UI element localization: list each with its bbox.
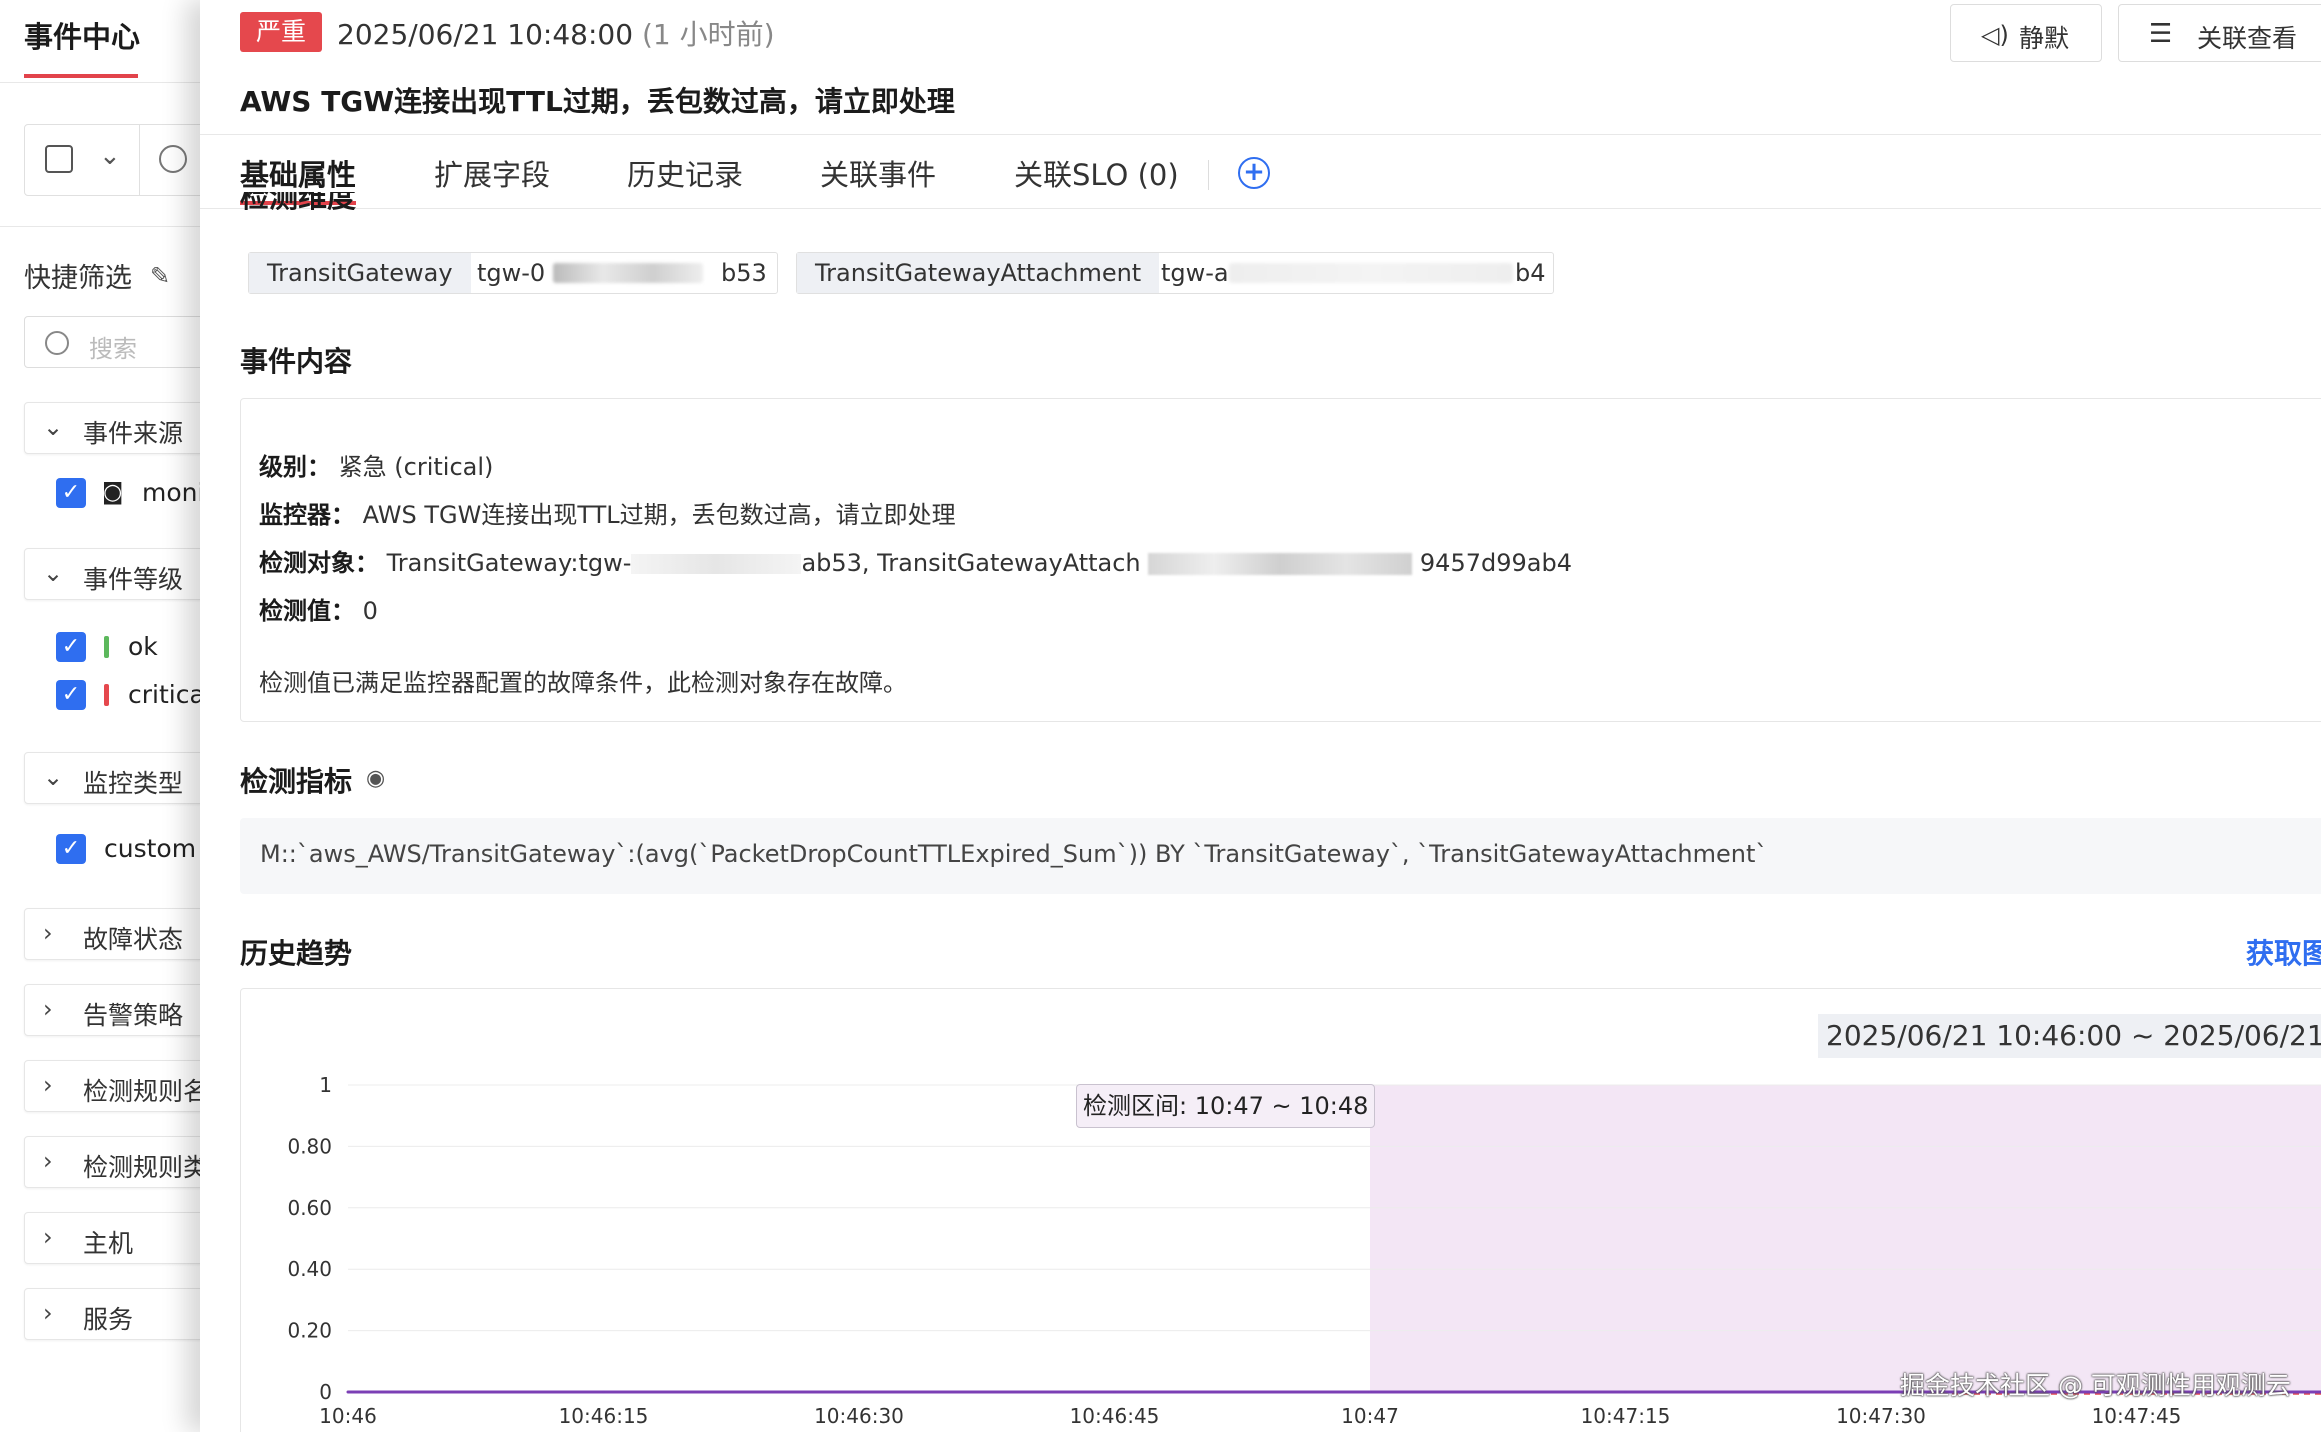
filter-option-label: custom bbox=[104, 834, 197, 863]
watermark: 掘金技术社区 @ 可观测性用观测云 bbox=[1900, 1371, 2291, 1400]
divider bbox=[0, 82, 210, 83]
filter-option-label: critica bbox=[128, 680, 205, 709]
y-tick-label: 0.20 bbox=[287, 1319, 332, 1343]
x-tick-label: 10:47:30 bbox=[1836, 1404, 1926, 1428]
chevron-down-icon[interactable]: ⌄ bbox=[99, 141, 121, 171]
trend-chart: 0 0.20 0.40 0.60 0.80 1 10:46 10:46:15 10:46:30 1… bbox=[287, 1073, 2321, 1428]
filter-group-label: 监控类型 bbox=[83, 769, 184, 798]
filter-group-level[interactable]: ⌄ 事件等级 bbox=[24, 548, 210, 600]
search-icon bbox=[45, 331, 69, 355]
filter-group-service[interactable]: › 服务 bbox=[24, 1288, 210, 1340]
y-tick-label: 0.80 bbox=[287, 1134, 332, 1158]
filter-group-label: 事件等级 bbox=[83, 565, 184, 594]
filter-group-label: 告警策略 bbox=[83, 1001, 184, 1030]
filter-group-label: 事件来源 bbox=[83, 419, 184, 448]
data-point bbox=[1113, 1390, 1116, 1394]
filter-group-rule-name[interactable]: › 检测规则名 bbox=[24, 1060, 210, 1112]
y-tick-label: 0.60 bbox=[287, 1196, 332, 1220]
x-tick-label: 10:47:15 bbox=[1581, 1404, 1671, 1428]
x-tick-label: 10:46:30 bbox=[814, 1404, 904, 1428]
filter-search-input[interactable]: 搜索 bbox=[24, 316, 210, 368]
x-tick-label: 10:46 bbox=[319, 1404, 377, 1428]
filter-group-label: 故障状态 bbox=[83, 925, 184, 954]
data-point bbox=[1368, 1390, 1372, 1394]
edit-icon[interactable]: ✎ bbox=[150, 262, 170, 290]
search-icon[interactable] bbox=[159, 145, 187, 173]
chevron-right-icon: › bbox=[43, 995, 53, 1023]
data-point bbox=[1624, 1390, 1627, 1394]
filter-group-label: 检测规则类 bbox=[83, 1153, 209, 1182]
x-tick-label: 10:47:45 bbox=[2092, 1404, 2182, 1428]
filter-group-rule-type[interactable]: › 检测规则类 bbox=[24, 1136, 210, 1188]
chevron-right-icon: › bbox=[43, 1299, 53, 1327]
level-color-bar bbox=[104, 636, 109, 658]
chevron-down-icon: ⌄ bbox=[43, 413, 64, 441]
data-point bbox=[346, 1390, 350, 1394]
x-tick-label: 10:46:15 bbox=[559, 1404, 649, 1428]
checkbox-checked[interactable]: ✓ bbox=[56, 834, 86, 864]
filter-group-fault-status[interactable]: › 故障状态 bbox=[24, 908, 210, 960]
filter-option-label: moni bbox=[142, 478, 205, 507]
event-center-sidebar: 事件中心 ⌄ 快捷筛选 ✎ 搜索 ⌄ 事件来源 ✓ ◙ moni ⌄ 事件等级 … bbox=[0, 0, 210, 1432]
y-tick-label: 0 bbox=[319, 1380, 332, 1404]
filter-group-label: 主机 bbox=[83, 1229, 134, 1258]
chevron-right-icon: › bbox=[43, 1071, 53, 1099]
divider bbox=[139, 125, 140, 195]
checkbox-checked[interactable]: ✓ bbox=[56, 478, 86, 508]
filter-group-label: 检测规则名 bbox=[83, 1077, 209, 1106]
chevron-down-icon: ⌄ bbox=[43, 763, 64, 791]
filter-group-host[interactable]: › 主机 bbox=[24, 1212, 210, 1264]
chevron-right-icon: › bbox=[43, 919, 53, 947]
filter-group-alert-policy[interactable]: › 告警策略 bbox=[24, 984, 210, 1036]
x-tick-label: 10:47 bbox=[1341, 1404, 1399, 1428]
y-tick-label: 0.40 bbox=[287, 1257, 332, 1281]
filter-group-source[interactable]: ⌄ 事件来源 bbox=[24, 402, 210, 454]
sidebar-toolbar: ⌄ bbox=[24, 124, 210, 196]
data-point bbox=[857, 1390, 861, 1394]
level-color-bar bbox=[104, 684, 109, 706]
filter-group-label: 服务 bbox=[83, 1305, 134, 1334]
chevron-down-icon: ⌄ bbox=[43, 559, 64, 587]
monitor-icon: ◙ bbox=[102, 480, 124, 505]
event-detail-drawer: 严重 2025/06/21 10:48:00 (1 小时前) ◁) 静默 ☰ 关… bbox=[200, 0, 2321, 1432]
search-placeholder: 搜索 bbox=[89, 335, 137, 363]
checkbox-checked[interactable]: ✓ bbox=[56, 632, 86, 662]
chevron-right-icon: › bbox=[43, 1147, 53, 1175]
filter-option-label: ok bbox=[128, 632, 158, 661]
detection-interval-tooltip: 检测区间: 10:47 ~ 10:48 bbox=[1076, 1084, 1376, 1128]
sidebar-title[interactable]: 事件中心 bbox=[24, 14, 140, 56]
filter-group-monitor-type[interactable]: ⌄ 监控类型 bbox=[24, 752, 210, 804]
sidebar-title-underline bbox=[24, 74, 138, 78]
chevron-right-icon: › bbox=[43, 1223, 53, 1251]
view-selector-icon[interactable] bbox=[45, 145, 73, 173]
data-point bbox=[602, 1390, 605, 1394]
quick-filter-title: 快捷筛选 bbox=[24, 263, 132, 294]
y-tick-label: 1 bbox=[319, 1073, 332, 1097]
detection-interval-band bbox=[1370, 1085, 2321, 1392]
data-point bbox=[1879, 1390, 1883, 1394]
x-tick-label: 10:46:45 bbox=[1070, 1404, 1160, 1428]
checkbox-checked[interactable]: ✓ bbox=[56, 680, 86, 710]
divider bbox=[0, 226, 210, 227]
